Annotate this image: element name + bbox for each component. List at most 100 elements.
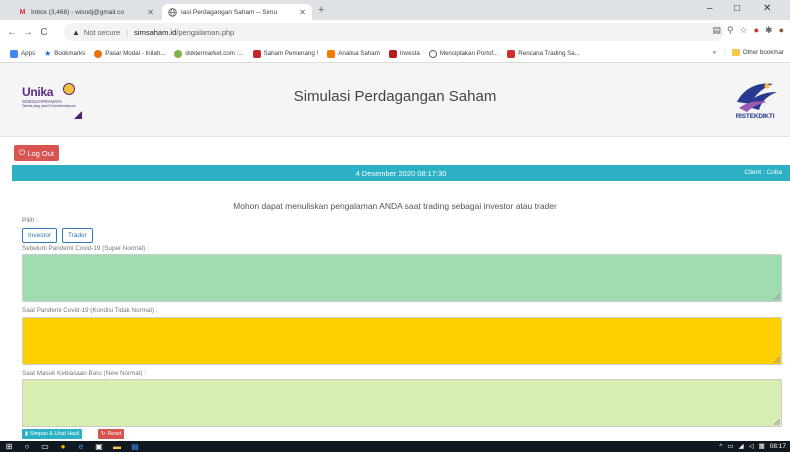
address-bar-row: ← → C ▲ Not secure | simsaham.id /pengal… [0,20,790,45]
bookmarks-overflow-button[interactable]: » [713,49,716,56]
bookmark-star-icon[interactable]: ☆ [740,25,748,36]
url-input[interactable]: ▲ Not secure | simsaham.id /pengalaman.p… [64,23,724,41]
clock-time[interactable]: 08:17 [770,443,786,450]
minimize-button[interactable]: – [707,3,713,14]
globe-icon [428,49,437,58]
browser-tab-simsaham[interactable]: Iasi Perdagangan Saham -- Simu ✕ [162,4,312,20]
ristekdikti-emblem-icon [737,83,777,112]
power-icon: ⏻ [19,148,26,157]
new-tab-button[interactable]: + [318,4,324,16]
client-name: Client : Coba [744,169,782,176]
reset-button[interactable]: ↻ Reset [98,429,125,439]
investor-button[interactable]: Investor [22,228,58,243]
field-label-new-normal: Saat Masuk Kebiasaan Baru (New Normal) : [22,370,146,377]
close-icon[interactable]: ✕ [147,8,154,17]
trader-button[interactable]: Trader [62,228,93,243]
resize-handle-icon[interactable] [774,419,780,425]
close-icon[interactable]: ✕ [299,8,306,17]
bookmarks-bar: Apps ★ Bookmarks Pasar Modal - Inilah... … [0,45,790,63]
bookmark-investa[interactable]: Investa [388,49,420,58]
bookmark-doktermarket[interactable]: doktermarket.com :... [174,49,244,58]
ristekdikti-logo: RISTEKDIKTI [731,80,779,124]
investa-icon [388,49,397,58]
network-icon[interactable]: ◢ [739,442,744,450]
divider: | [126,27,129,37]
reset-label: Reset [107,431,122,437]
folder-icon [731,49,740,56]
toolbar-icons: ▤ ⚲ ☆ ● ✱ ● [712,25,784,36]
divider: | [724,49,726,56]
bookmark-pasar-modal[interactable]: Pasar Modal - Inilah... [94,49,165,58]
field-label-sebelum-pandemi: Sebelum Pandemi Covid-19 (Super Normal) … [22,245,149,252]
system-tray: ^ ▭ ◢ ◁ ▦ 08:17 [719,442,786,451]
textarea-sebelum-pandemi[interactable] [22,254,782,302]
resize-handle-icon[interactable] [774,357,780,363]
file-explorer-icon[interactable]: ▬ [108,442,126,451]
current-datetime: 4 Desember 2020 08:17:30 [355,168,447,178]
bookmark-menciptakan[interactable]: Menciptakan Portof... [428,49,498,58]
logo-triangle [74,111,82,119]
star-icon: ★ [44,49,52,58]
ristekdikti-text: RISTEKDIKTI [735,113,775,120]
tab-title: Iasi Perdagangan Saham -- Simu [181,8,278,16]
site-header: Unika SOEGIJAPRANATA Talenta yang peduli… [0,63,790,137]
field-label-saat-pandemi: Saat Pandemi Covid-19 (Kondisi Tidak Nor… [22,307,158,314]
resize-handle-icon[interactable] [774,294,780,300]
search-icon[interactable]: ○ [18,442,36,451]
task-view-icon[interactable]: ▭ [36,442,54,451]
reset-icon: ↻ [101,431,106,437]
tab-title: Inbox (3,468) - wisndj@gmail.co [31,8,124,16]
experience-form: Mohon dapat menuliskan pengalaman ANDA s… [0,181,790,443]
textarea-saat-pandemi[interactable] [22,317,782,365]
other-bookmarks-label: Other bookmar [742,49,784,56]
volume-icon[interactable]: ◁ [749,442,754,450]
translate-icon[interactable]: ▤ [712,25,721,36]
form-instruction: Mohon dapat menuliskan pengalaman ANDA s… [233,201,557,211]
chevron-up-icon[interactable]: ^ [719,443,722,450]
file-icon: ▮ [25,431,28,437]
logout-button[interactable]: ⏻ Log Out [14,145,60,161]
save-button[interactable]: ▮ Simpan & Lihat Hasil [22,429,83,439]
battery-icon[interactable]: ▭ [727,442,733,450]
forward-arrow-icon[interactable]: → [20,27,36,38]
saham-pemenang-icon [252,49,261,58]
profile-avatar-icon[interactable]: ● [779,25,784,36]
textarea-new-normal[interactable] [22,379,782,427]
bookmark-apps[interactable]: Apps [10,49,35,58]
maximize-button[interactable]: □ [734,3,740,14]
security-status: Not secure [83,27,121,37]
globe-icon [168,7,177,17]
date-bar: 4 Desember 2020 08:17:30 Client : Coba [12,165,790,181]
edge-icon[interactable]: e [72,442,90,451]
keyboard-icon[interactable]: ▦ [759,442,765,450]
store-icon[interactable]: ▣ [90,442,108,451]
web-page: Unika SOEGIJAPRANATA Talenta yang peduli… [0,63,790,441]
rencana-icon [507,49,516,58]
doktermarket-icon [174,49,183,58]
browser-tab-strip: M Inbox (3,468) - wisndj@gmail.co ✕ Iasi… [0,0,790,20]
bookmark-saham-pemenang[interactable]: Saham Pemenang ! [252,49,318,58]
photos-icon[interactable]: ▤ [126,442,144,451]
extension-icon[interactable]: ● [754,25,759,36]
bookmark-rencana-trading[interactable]: Rencana Trading Sa... [507,49,580,58]
page-title: Simulasi Perdagangan Saham [293,88,497,105]
warning-icon: ▲ [72,27,80,37]
save-label: Simpan & Lihat Hasil [29,431,80,437]
back-arrow-icon[interactable]: ← [4,27,20,38]
windows-start-icon[interactable]: ⊞ [0,442,18,451]
close-window-button[interactable]: ✕ [763,3,771,14]
url-path: /pengalaman.php [176,27,235,37]
puzzle-icon[interactable]: ✱ [765,25,773,36]
windows-taskbar: ⊞ ○ ▭ ● e ▣ ▬ ▤ ^ ▭ ◢ ◁ ▦ 08:17 [0,441,790,452]
reload-icon[interactable]: C [36,27,52,38]
zoom-icon[interactable]: ⚲ [727,25,734,36]
apps-grid-icon [10,49,18,58]
bookmark-bookmarks[interactable]: ★ Bookmarks [44,49,85,58]
bookmark-analisa-saham[interactable]: Analisa Saham [327,49,380,58]
pasar-modal-icon [94,49,103,58]
chrome-icon[interactable]: ● [54,442,72,451]
other-bookmarks[interactable]: » | Other bookmar [713,49,784,56]
logout-label: Log Out [27,148,55,158]
url-host: simsaham.id [134,27,177,37]
browser-tab-gmail[interactable]: M Inbox (3,468) - wisndj@gmail.co ✕ [12,4,160,20]
